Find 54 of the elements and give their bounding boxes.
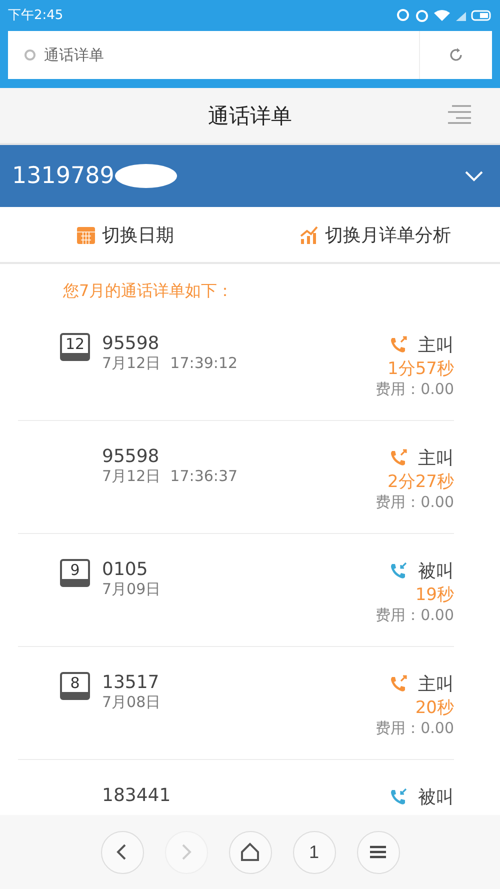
call-type: 被叫 <box>418 560 454 583</box>
loading-icon <box>24 49 36 61</box>
action-link[interactable]: 切换月详单分析 <box>250 222 500 248</box>
chevron-down-icon <box>464 170 484 182</box>
call-duration: 19秒 <box>415 584 454 606</box>
call-duration: 20秒 <box>415 697 454 719</box>
signal-icon <box>456 12 466 21</box>
wifi-icon <box>434 10 450 21</box>
call-datetime: 7月09日 <box>102 580 161 599</box>
call-type: 主叫 <box>418 334 454 357</box>
calendar-icon: 9 <box>60 559 90 587</box>
call-type: 被叫 <box>418 786 454 809</box>
call-datetime: 7月12日 17:36:37 <box>102 467 238 486</box>
phone-icon <box>388 448 408 468</box>
call-type: 主叫 <box>418 673 454 696</box>
status-time: 下午2:45 <box>8 7 64 24</box>
account-bar[interactable]: 1319789 <box>0 145 500 207</box>
call-number: 0105 <box>102 559 148 580</box>
phone-icon <box>388 787 408 807</box>
phone-icon <box>388 335 408 355</box>
back-button[interactable] <box>100 830 144 874</box>
battery-icon <box>471 10 491 21</box>
menu-icon <box>369 844 387 860</box>
phone-icon <box>388 561 408 581</box>
address-bar[interactable]: 通话详单 <box>8 31 420 79</box>
calendar-icon: 12 <box>60 333 90 361</box>
alarm-icon <box>416 10 428 22</box>
calendar-icon: 8 <box>60 672 90 700</box>
tabs-button[interactable]: 1 <box>292 830 336 874</box>
call-datetime: 7月12日 17:39:12 <box>102 354 238 373</box>
call-fee: 费用：0.00 <box>376 493 454 512</box>
home-icon <box>239 842 261 862</box>
call-duration: 1分57秒 <box>388 358 454 380</box>
phone-number: 1319789 <box>12 163 114 189</box>
call-duration: 2分27秒 <box>388 471 454 493</box>
menu-button[interactable] <box>356 830 400 874</box>
reload-icon <box>447 46 465 64</box>
list-heading: 您7月的通话详单如下： <box>62 280 234 302</box>
calendar-icon <box>76 224 96 244</box>
sync-icon <box>397 9 409 21</box>
action-link[interactable]: 切换日期 <box>0 222 250 248</box>
call-fee: 费用：0.00 <box>376 380 454 399</box>
call-datetime: 7月08日 <box>102 693 161 712</box>
call-fee: 费用：0.00 <box>376 719 454 738</box>
call-number: 183441 <box>102 785 171 806</box>
call-number: 95598 <box>102 446 160 467</box>
phone-icon <box>388 674 408 694</box>
call-number: 95598 <box>102 333 160 354</box>
call-fee: 费用：0.00 <box>376 606 454 625</box>
page-title: 通话详单 <box>208 102 292 130</box>
chart-icon <box>299 224 319 244</box>
home-button[interactable] <box>228 830 272 874</box>
call-number: 13517 <box>102 672 160 693</box>
call-type: 主叫 <box>418 447 454 470</box>
